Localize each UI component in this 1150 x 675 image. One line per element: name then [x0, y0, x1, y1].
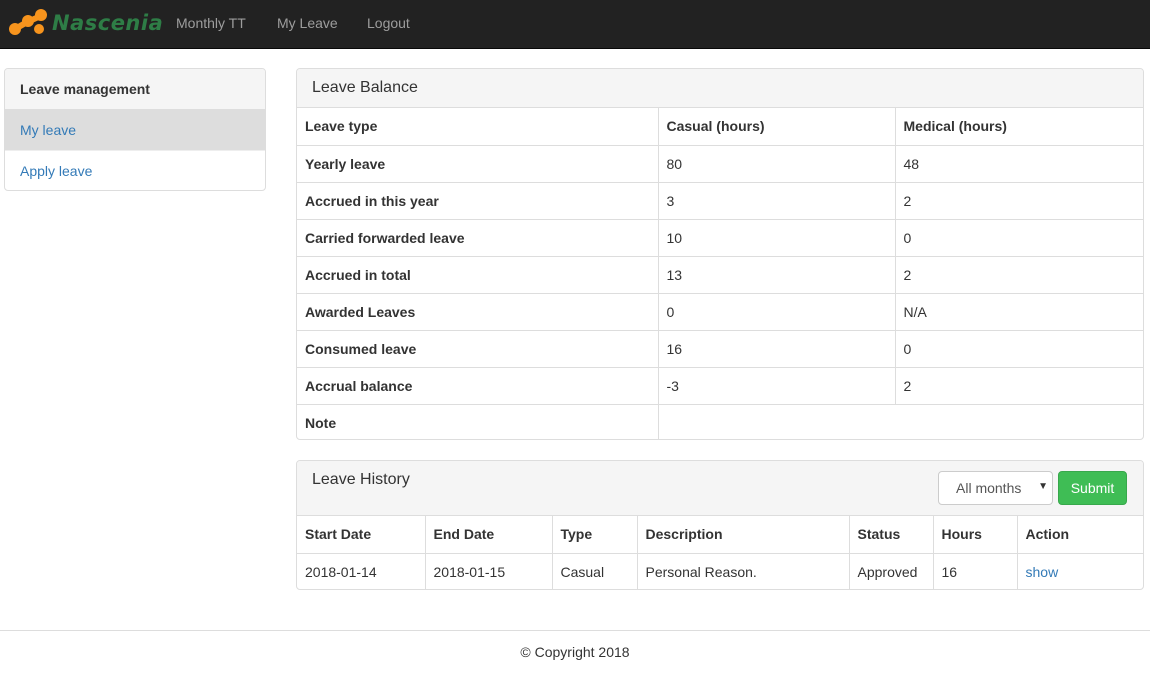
row-label: Yearly leave — [297, 144, 658, 182]
table-row: Yearly leave 80 48 — [297, 144, 1143, 182]
medical-value: 48 — [894, 144, 1143, 182]
column-header: Action — [1016, 516, 1143, 553]
medical-value: N/A — [894, 292, 1143, 330]
table-row-note: Note — [297, 403, 1143, 439]
leave-balance-title: Leave Balance — [297, 69, 1143, 108]
leave-balance-panel: Leave Balance Leave type Casual (hours) … — [296, 68, 1144, 440]
row-label: Awarded Leaves — [297, 292, 658, 330]
table-row: Accrual balance -3 2 — [297, 366, 1143, 404]
sidebar-item-my-leave[interactable]: My leave — [5, 110, 265, 150]
column-header: Description — [636, 516, 849, 553]
description: Personal Reason. — [636, 552, 849, 589]
table-row: Carried forwarded leave 10 0 — [297, 218, 1143, 256]
nav-logout[interactable]: Logout — [367, 15, 410, 31]
table-header-row: Start Date End Date Type Description Sta… — [297, 516, 1143, 553]
copyright-text: © Copyright 2018 — [520, 644, 630, 660]
column-header: Status — [848, 516, 933, 553]
hours: 16 — [932, 552, 1017, 589]
show-link[interactable]: show — [1026, 564, 1059, 580]
brand-logo[interactable]: Nascenia — [6, 3, 163, 43]
column-header: Hours — [932, 516, 1017, 553]
brand-name: Nascenia — [52, 11, 164, 35]
table-row: Accrued in total 13 2 — [297, 255, 1143, 293]
sidebar-item-apply-leave[interactable]: Apply leave — [5, 150, 265, 190]
column-header: Casual (hours) — [657, 108, 895, 145]
month-filter-value: All months — [956, 480, 1022, 496]
leave-history-title: Leave History — [312, 471, 410, 488]
casual-value: 10 — [657, 218, 895, 256]
column-header: Leave type — [305, 118, 378, 135]
row-label: Accrued in this year — [297, 181, 658, 219]
note-value — [657, 403, 1143, 439]
month-filter-select[interactable]: All months ▼ — [938, 471, 1053, 505]
leave-history-table: Start Date End Date Type Description Sta… — [297, 516, 1143, 589]
note-label: Note — [297, 403, 658, 439]
nav-monthly-tt[interactable]: Monthly TT — [176, 15, 246, 31]
medical-value: 0 — [894, 329, 1143, 367]
medical-value: 2 — [894, 255, 1143, 293]
table-row: Consumed leave 16 0 — [297, 329, 1143, 367]
leave-history-panel: Leave History All months ▼ Submit Start … — [296, 460, 1144, 590]
column-header: End Date — [424, 516, 552, 553]
column-header: Start Date — [305, 526, 372, 543]
medical-value: 2 — [894, 366, 1143, 404]
casual-value: 3 — [657, 181, 895, 219]
submit-button[interactable]: Submit — [1058, 471, 1127, 505]
table-row: Awarded Leaves 0 N/A — [297, 292, 1143, 330]
casual-value: 0 — [657, 292, 895, 330]
casual-value: 16 — [657, 329, 895, 367]
row-label: Accrued in total — [297, 255, 658, 293]
medical-value: 0 — [894, 218, 1143, 256]
sidebar-title: Leave management — [5, 69, 265, 110]
leave-balance-table: Leave type Casual (hours) Medical (hours… — [297, 108, 1143, 439]
table-header-row: Leave type Casual (hours) Medical (hours… — [297, 108, 1143, 145]
start-date: 2018-01-14 — [297, 552, 425, 589]
casual-value: 13 — [657, 255, 895, 293]
leave-history-header: Leave History All months ▼ Submit — [297, 461, 1143, 516]
table-row: 2018-01-14 2018-01-15 Casual Personal Re… — [297, 552, 1143, 589]
table-row: Accrued in this year 3 2 — [297, 181, 1143, 219]
row-label: Carried forwarded leave — [297, 218, 658, 256]
row-label: Accrual balance — [297, 366, 658, 404]
medical-value: 2 — [894, 181, 1143, 219]
row-label: Consumed leave — [297, 329, 658, 367]
nascenia-logo-icon — [9, 9, 47, 35]
action-cell: show — [1016, 552, 1143, 589]
column-header: Type — [551, 516, 637, 553]
footer: © Copyright 2018 — [0, 630, 1150, 675]
nav-my-leave[interactable]: My Leave — [277, 15, 338, 31]
leave-type: Casual — [551, 552, 637, 589]
top-navbar: Nascenia Monthly TT My Leave Logout — [0, 0, 1150, 49]
casual-value: 80 — [657, 144, 895, 182]
dropdown-arrow-icon: ▼ — [1038, 481, 1048, 492]
end-date: 2018-01-15 — [424, 552, 552, 589]
sidebar: Leave management My leave Apply leave — [4, 68, 266, 191]
status: Approved — [848, 552, 933, 589]
column-header: Medical (hours) — [894, 108, 1143, 145]
casual-value: -3 — [657, 366, 895, 404]
